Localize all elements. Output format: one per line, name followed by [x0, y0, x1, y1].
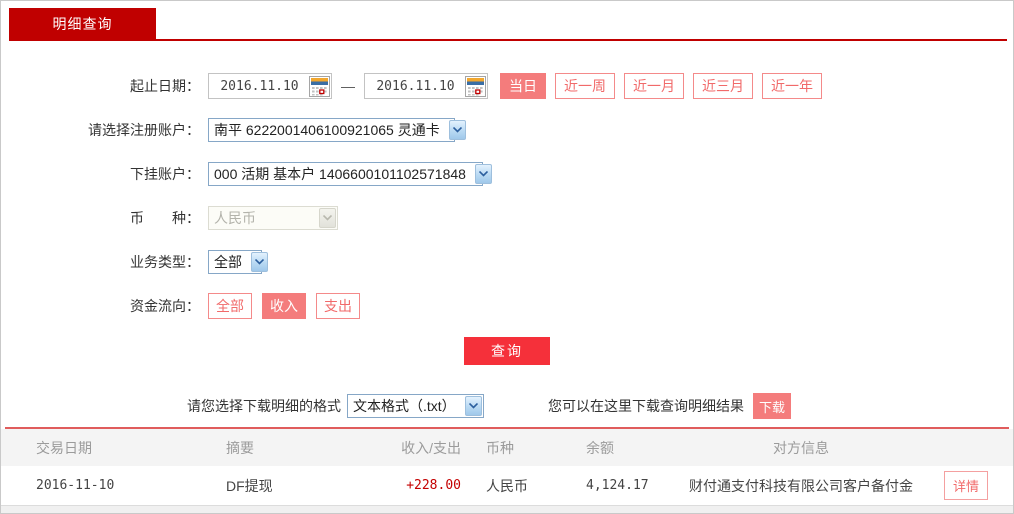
download-button[interactable]: 下载: [753, 393, 791, 419]
date-range-label: 起止日期：: [130, 78, 200, 94]
table-row: 2016-11-10 DF提现 +228.00 人民币 4,124.17 财付通…: [1, 466, 1013, 506]
date-range-row: 起止日期： 2016.11.10 — 2016.11.10 当日 近一周 近一月…: [1, 73, 1013, 99]
business-type-label: 业务类型：: [130, 254, 200, 270]
results-table: 交易日期 摘要 收入/支出 币种 余额 对方信息 2016-11-10 DF提现…: [1, 429, 1013, 506]
query-button[interactable]: 查询: [464, 337, 550, 365]
cell-balance: 4,124.17: [586, 478, 649, 493]
bottom-strip: [1, 506, 1013, 513]
chevron-down-icon: [474, 164, 492, 184]
sub-account-label: 下挂账户：: [130, 166, 200, 182]
cell-amount: +228.00: [406, 478, 461, 493]
sub-account-row: 下挂账户： 000 活期 基本户 1406600101102571848: [1, 161, 1013, 187]
tab-detail-query-label: 明细查询: [52, 15, 113, 32]
cell-summary: DF提现: [226, 477, 273, 494]
download-format-label: 请您选择下载明细的格式: [187, 398, 341, 414]
header-income-expense: 收入/支出: [401, 439, 461, 456]
cell-currency: 人民币: [486, 477, 528, 494]
range-button-last-week[interactable]: 近一周: [555, 73, 615, 99]
sub-account-select[interactable]: 000 活期 基本户 1406600101102571848: [208, 162, 492, 186]
header-balance: 余额: [586, 439, 614, 456]
fund-flow-row: 资金流向： 全部 收入 支出: [1, 293, 1013, 319]
currency-label: 币 种：: [130, 210, 200, 226]
tab-bar: 明细查询: [1, 1, 1013, 41]
currency-select: 人民币: [208, 206, 338, 230]
cell-transaction-date: 2016-11-10: [36, 478, 115, 493]
date-from-input[interactable]: 2016.11.10: [208, 73, 332, 99]
query-button-row: 查询: [1, 337, 1013, 365]
chevron-down-icon: [448, 120, 466, 140]
header-summary: 摘要: [226, 439, 254, 456]
date-range-dash: —: [341, 78, 355, 94]
cell-counterparty: 财付通支付科技有限公司客户备付金: [689, 477, 913, 494]
detail-button[interactable]: 详情: [943, 471, 988, 500]
calendar-icon[interactable]: [465, 75, 486, 97]
flow-button-income[interactable]: 收入: [262, 293, 306, 319]
table-header: 交易日期 摘要 收入/支出 币种 余额 对方信息: [1, 429, 1013, 466]
business-type-row: 业务类型： 全部: [1, 249, 1013, 275]
chevron-down-icon: [319, 208, 336, 228]
flow-button-all[interactable]: 全部: [208, 293, 252, 319]
download-row: 请您选择下载明细的格式 文本格式（.txt） 您可以在这里下载查询明细结果 下载: [1, 393, 1013, 419]
date-from-value: 2016.11.10: [220, 78, 299, 94]
sub-account-value: 000 活期 基本户 1406600101102571848: [214, 166, 466, 182]
register-account-row: 请选择注册账户： 南平 6222001406100921065 灵通卡: [1, 117, 1013, 143]
date-to-value: 2016.11.10: [376, 78, 455, 94]
calendar-icon[interactable]: [309, 75, 330, 97]
header-currency: 币种: [486, 439, 514, 456]
range-button-last-month[interactable]: 近一月: [624, 73, 684, 99]
detail-query-page: 明细查询 起止日期： 2016.11.10 — 2016.11.10 当日 近一…: [0, 0, 1014, 514]
chevron-down-icon: [465, 396, 482, 416]
register-account-label: 请选择注册账户：: [88, 122, 200, 138]
query-form: 起止日期： 2016.11.10 — 2016.11.10 当日 近一周 近一月…: [1, 41, 1013, 419]
range-button-today[interactable]: 当日: [500, 73, 546, 99]
register-account-select[interactable]: 南平 6222001406100921065 灵通卡: [208, 118, 466, 142]
header-counterparty: 对方信息: [773, 439, 829, 456]
download-format-select[interactable]: 文本格式（.txt）: [347, 394, 484, 418]
range-button-last-3-months[interactable]: 近三月: [693, 73, 753, 99]
header-transaction-date: 交易日期: [36, 439, 92, 456]
download-format-value: 文本格式（.txt）: [353, 398, 456, 414]
quick-range-buttons: 当日 近一周 近一月 近三月 近一年: [500, 73, 831, 99]
fund-flow-buttons: 全部 收入 支出: [208, 293, 370, 319]
flow-button-expense[interactable]: 支出: [316, 293, 360, 319]
currency-value: 人民币: [214, 210, 256, 226]
business-type-select[interactable]: 全部: [208, 250, 268, 274]
date-to-input[interactable]: 2016.11.10: [364, 73, 488, 99]
tab-detail-query[interactable]: 明细查询: [9, 8, 156, 39]
chevron-down-icon: [251, 252, 268, 272]
download-hint: 您可以在这里下载查询明细结果: [548, 398, 744, 414]
currency-row: 币 种： 人民币: [1, 205, 1013, 231]
business-type-value: 全部: [214, 254, 242, 270]
register-account-value: 南平 6222001406100921065 灵通卡: [214, 122, 440, 138]
range-button-last-year[interactable]: 近一年: [762, 73, 822, 99]
fund-flow-label: 资金流向：: [130, 298, 200, 314]
